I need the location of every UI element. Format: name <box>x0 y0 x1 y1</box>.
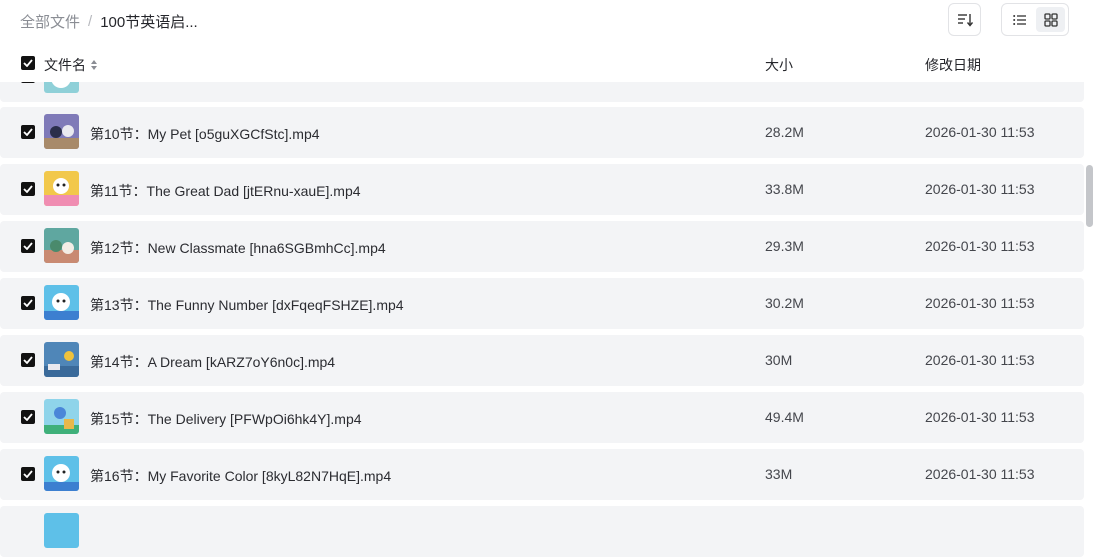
file-name[interactable]: 第16节：My Favorite Color [8kyL82N7HqE].mp4 <box>90 466 391 486</box>
check-icon <box>23 242 33 250</box>
table-row[interactable]: 第15节：The Delivery [PFWpOi6hk4Y].mp4 49.4… <box>0 392 1084 443</box>
row-checkbox[interactable] <box>21 467 35 481</box>
file-date: 2026-01-30 11:53 <box>925 295 1035 311</box>
file-date: 2026-01-30 11:53 <box>925 181 1035 197</box>
video-thumbnail <box>44 228 79 263</box>
file-name[interactable]: 第11节：The Great Dad [jtERnu-xauE].mp4 <box>90 181 361 201</box>
file-size: 28.2M <box>765 124 804 140</box>
table-row[interactable]: 第12节：New Classmate [hna6SGBmhCc].mp4 29.… <box>0 221 1084 272</box>
file-size: 29.3M <box>765 238 804 254</box>
check-icon <box>23 59 33 67</box>
table-row[interactable]: 第16节：My Favorite Color [8kyL82N7HqE].mp4… <box>0 449 1084 500</box>
table-row[interactable]: 第13节：The Funny Number [dxFqeqFSHZE].mp4 … <box>0 278 1084 329</box>
video-thumbnail <box>44 456 79 491</box>
select-all-checkbox[interactable] <box>21 56 35 70</box>
check-icon <box>23 185 33 193</box>
row-checkbox[interactable] <box>21 239 35 253</box>
table-row[interactable] <box>0 506 1084 557</box>
video-thumbnail <box>44 513 79 548</box>
file-size: 30.2M <box>765 295 804 311</box>
file-date: 2026-01-30 11:53 <box>925 352 1035 368</box>
check-icon <box>23 470 33 478</box>
sort-arrows-icon <box>91 60 97 70</box>
row-checkbox[interactable] <box>21 410 35 424</box>
scrollbar-track[interactable] <box>1085 0 1099 518</box>
file-name[interactable]: 第13节：The Funny Number [dxFqeqFSHZE].mp4 <box>90 295 404 315</box>
column-header-size[interactable]: 大小 <box>765 55 793 75</box>
file-date: 2026-01-30 11:53 <box>925 466 1035 482</box>
file-name[interactable]: 第14节：A Dream [kARZ7oY6n0c].mp4 <box>90 352 335 372</box>
table-row[interactable]: 第10节：My Pet [o5guXGCfStc].mp4 28.2M 2026… <box>0 107 1084 158</box>
file-size: 33M <box>765 466 793 482</box>
file-size: 49.4M <box>765 409 804 425</box>
table-row[interactable]: 第14节：A Dream [kARZ7oY6n0c].mp4 30M 2026-… <box>0 335 1084 386</box>
column-header-date[interactable]: 修改日期 <box>925 55 981 75</box>
row-checkbox[interactable] <box>21 125 35 139</box>
video-thumbnail <box>44 285 79 320</box>
check-icon <box>23 356 33 364</box>
row-checkbox[interactable] <box>21 353 35 367</box>
file-name[interactable]: 第12节：New Classmate [hna6SGBmhCc].mp4 <box>90 238 386 258</box>
check-icon <box>23 299 33 307</box>
file-date: 2026-01-30 11:53 <box>925 124 1035 140</box>
file-size: 33.8M <box>765 181 804 197</box>
check-icon <box>23 128 33 136</box>
file-date: 2026-01-30 11:53 <box>925 409 1035 425</box>
row-checkbox[interactable] <box>21 296 35 310</box>
file-size: 30M <box>765 352 793 368</box>
file-name[interactable]: 第10节：My Pet [o5guXGCfStc].mp4 <box>90 124 320 144</box>
file-name[interactable]: 第15节：The Delivery [PFWpOi6hk4Y].mp4 <box>90 409 362 429</box>
file-date: 2026-01-30 11:53 <box>925 238 1035 254</box>
row-checkbox[interactable] <box>21 182 35 196</box>
video-thumbnail <box>44 399 79 434</box>
column-header-name-label: 文件名 <box>44 57 86 73</box>
table-header: 文件名 大小 修改日期 <box>0 46 1085 82</box>
scrollbar-thumb[interactable] <box>1086 165 1093 227</box>
video-thumbnail <box>44 342 79 377</box>
video-thumbnail <box>44 114 79 149</box>
column-header-name[interactable]: 文件名 <box>44 55 98 75</box>
video-thumbnail <box>44 171 79 206</box>
check-icon <box>23 413 33 421</box>
table-row[interactable]: 第11节：The Great Dad [jtERnu-xauE].mp4 33.… <box>0 164 1084 215</box>
